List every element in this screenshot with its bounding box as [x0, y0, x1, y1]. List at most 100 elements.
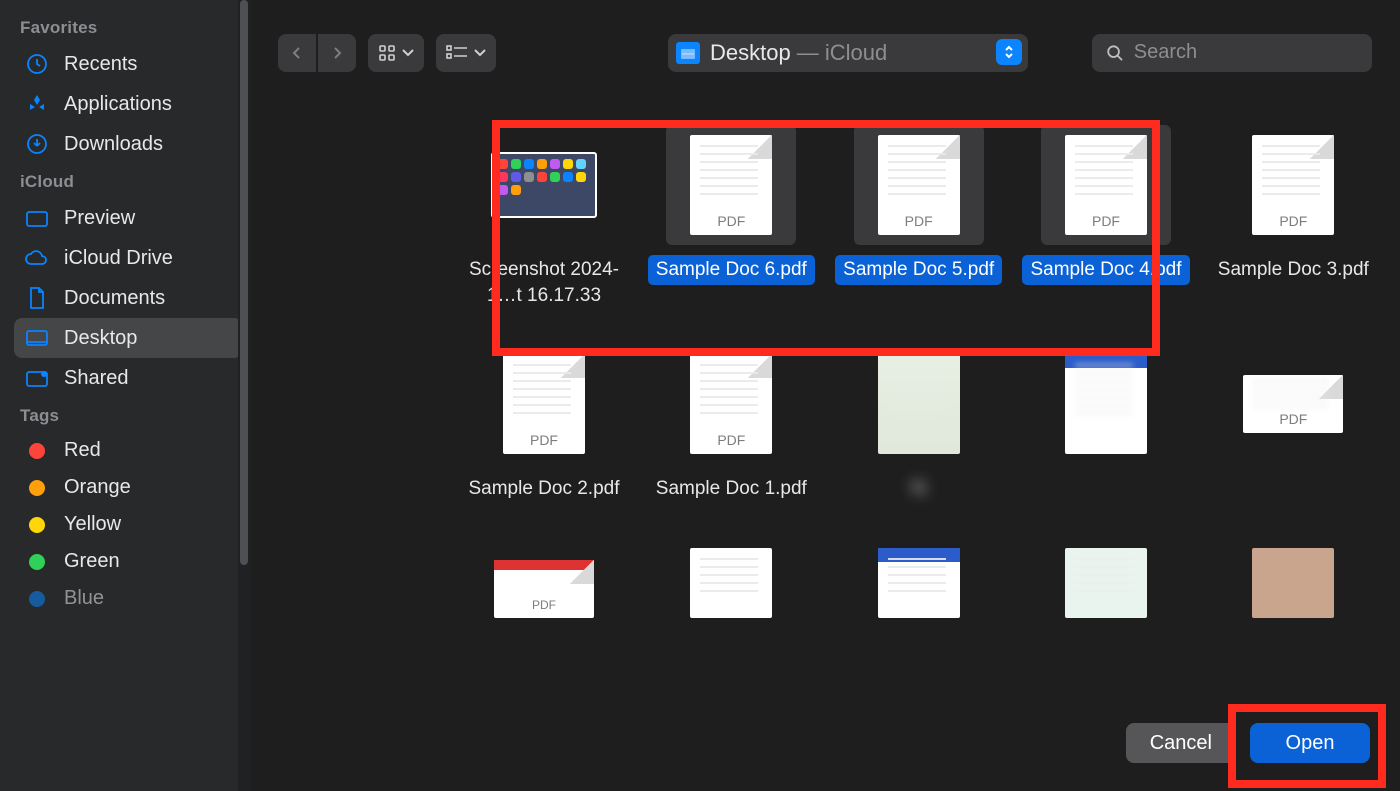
sidebar-section-icloud: iCloud: [14, 164, 242, 198]
pdf-thumbnail-icon: PDF: [494, 560, 594, 618]
pdf-thumbnail-icon: [1065, 354, 1147, 454]
file-item-redacted[interactable]: PDF: [1207, 344, 1380, 504]
file-item-partial[interactable]: [645, 538, 818, 618]
desktop-icon: [24, 325, 50, 351]
pdf-thumbnail-icon: PDF: [503, 354, 585, 454]
search-icon: [1106, 43, 1124, 63]
pdf-thumbnail-icon: [878, 548, 960, 618]
sidebar-section-favorites: Favorites: [14, 10, 242, 44]
nav-back-button[interactable]: [278, 34, 316, 72]
file-item-redacted[interactable]: [1019, 344, 1192, 504]
file-name-label: [1098, 474, 1114, 478]
sidebar-item-label: Downloads: [64, 133, 163, 156]
nav-forward-button[interactable]: [318, 34, 356, 72]
sidebar-item-applications[interactable]: Applications: [14, 84, 242, 124]
sidebar-item-documents[interactable]: Documents: [14, 278, 242, 318]
file-browser[interactable]: Screenshot 2024-1…t 16.17.33 PDF Sample …: [250, 95, 1400, 695]
cert-thumbnail-icon: [1065, 548, 1147, 618]
pdf-thumbnail-icon: PDF: [690, 135, 772, 235]
sidebar-item-label: Applications: [64, 93, 172, 116]
file-item-sample1[interactable]: PDF Sample Doc 1.pdf: [645, 344, 818, 504]
file-name-label: [1285, 474, 1301, 478]
sidebar-item-icloud-drive[interactable]: iCloud Drive: [14, 238, 242, 278]
applications-icon: [24, 91, 50, 117]
sidebar-scrollbar[interactable]: [238, 0, 250, 791]
up-down-chevrons-icon: [996, 39, 1022, 65]
path-popup-button[interactable]: Desktop — iCloud: [668, 34, 1028, 72]
card-thumbnail-icon: [878, 354, 960, 454]
open-button[interactable]: Open: [1250, 723, 1370, 763]
sidebar-item-label: Green: [64, 550, 120, 573]
file-item-sample2[interactable]: PDF Sample Doc 2.pdf: [457, 344, 630, 504]
toolbar: Desktop — iCloud: [250, 0, 1400, 95]
download-icon: [24, 131, 50, 157]
sidebar-item-label: Blue: [64, 587, 104, 610]
sidebar-item-label: Yellow: [64, 513, 121, 536]
chevron-down-icon: [474, 48, 486, 58]
cancel-button[interactable]: Cancel: [1126, 723, 1236, 763]
sidebar-item-desktop[interactable]: Desktop: [14, 318, 242, 358]
sidebar-item-label: Desktop: [64, 327, 137, 350]
file-item-sample6[interactable]: PDF Sample Doc 6.pdf: [645, 125, 818, 310]
file-item-screenshot[interactable]: Screenshot 2024-1…t 16.17.33: [457, 125, 630, 310]
cloud-icon: [24, 245, 50, 271]
pdf-thumbnail-icon: PDF: [1243, 375, 1343, 433]
file-item-partial[interactable]: PDF: [457, 538, 630, 618]
path-suffix: — iCloud: [797, 40, 887, 66]
file-item-sample3[interactable]: PDF Sample Doc 3.pdf: [1207, 125, 1380, 310]
photo-thumbnail-icon: [1252, 548, 1334, 618]
image-thumbnail-icon: [491, 152, 597, 218]
preview-folder-icon: [24, 205, 50, 231]
file-name-label: Sample Doc 4.pdf: [1022, 255, 1189, 285]
file-item-partial[interactable]: [1207, 538, 1380, 618]
sidebar-item-downloads[interactable]: Downloads: [14, 124, 242, 164]
sidebar-item-label: Preview: [64, 207, 135, 230]
file-item-sample4[interactable]: PDF Sample Doc 4.pdf: [1019, 125, 1192, 310]
sidebar-tag-red[interactable]: Red: [14, 432, 242, 469]
sidebar-section-tags: Tags: [14, 398, 242, 432]
file-item-partial[interactable]: [1019, 538, 1192, 618]
file-item-redacted[interactable]: N: [832, 344, 1005, 504]
sidebar-tag-green[interactable]: Green: [14, 543, 242, 580]
pdf-thumbnail-icon: PDF: [690, 354, 772, 454]
file-name-label: Sample Doc 3.pdf: [1210, 255, 1377, 285]
file-name-label: Sample Doc 2.pdf: [460, 474, 627, 504]
sidebar-item-label: Red: [64, 439, 101, 462]
path-label: Desktop: [710, 40, 791, 66]
sidebar-item-label: Orange: [64, 476, 131, 499]
file-name-label: N: [904, 474, 934, 504]
sidebar: Favorites Recents Applications Downloads…: [0, 0, 250, 791]
view-mode-button[interactable]: [368, 34, 424, 72]
sidebar-item-preview[interactable]: Preview: [14, 198, 242, 238]
tag-dot-icon: [29, 517, 45, 533]
search-input[interactable]: [1134, 41, 1358, 64]
tag-dot-icon: [29, 480, 45, 496]
sidebar-item-label: Recents: [64, 53, 137, 76]
sidebar-tag-blue[interactable]: Blue: [14, 580, 242, 617]
file-name-label: Screenshot 2024-1…t 16.17.33: [457, 255, 630, 310]
search-field[interactable]: [1092, 34, 1372, 72]
sidebar-item-shared[interactable]: Shared: [14, 358, 242, 398]
pdf-thumbnail-icon: PDF: [1252, 135, 1334, 235]
sidebar-tag-yellow[interactable]: Yellow: [14, 506, 242, 543]
file-item-partial[interactable]: [832, 538, 1005, 618]
pdf-thumbnail-icon: PDF: [1065, 135, 1147, 235]
file-item-sample5[interactable]: PDF Sample Doc 5.pdf: [832, 125, 1005, 310]
shared-folder-icon: [24, 365, 50, 391]
file-name-label: Sample Doc 6.pdf: [648, 255, 815, 285]
chevron-down-icon: [402, 48, 414, 58]
file-name-label: Sample Doc 5.pdf: [835, 255, 1002, 285]
sidebar-scrollbar-thumb[interactable]: [240, 0, 248, 565]
open-dialog-window: Favorites Recents Applications Downloads…: [0, 0, 1400, 791]
dialog-footer: Cancel Open: [250, 695, 1400, 791]
sidebar-item-recents[interactable]: Recents: [14, 44, 242, 84]
pdf-thumbnail-icon: PDF: [878, 135, 960, 235]
sidebar-tag-orange[interactable]: Orange: [14, 469, 242, 506]
pdf-thumbnail-icon: [690, 548, 772, 618]
sidebar-item-label: iCloud Drive: [64, 247, 173, 270]
sidebar-item-label: Shared: [64, 367, 129, 390]
group-mode-button[interactable]: [436, 34, 496, 72]
file-name-label: Sample Doc 1.pdf: [648, 474, 815, 504]
tag-dot-icon: [29, 554, 45, 570]
tag-dot-icon: [29, 591, 45, 607]
